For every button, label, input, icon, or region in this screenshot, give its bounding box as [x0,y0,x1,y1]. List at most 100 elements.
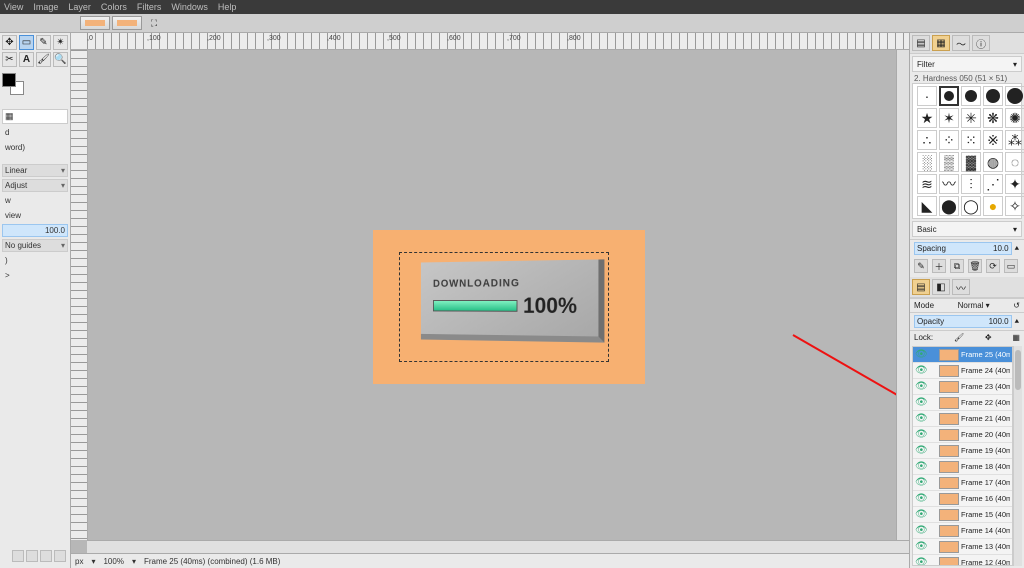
visibility-eye-icon[interactable]: 👁 [915,365,927,376]
gradient-repeat-select[interactable]: Adjust▾ [2,179,68,192]
layer-row[interactable]: 👁 Frame 23 (40ms) [913,379,1012,395]
save-preset-icon[interactable] [12,550,24,562]
tab-fonts-icon[interactable]: ⓘ [972,35,990,51]
crop-tool-icon[interactable]: ✂ [2,52,17,67]
layer-name-label[interactable]: Frame 24 (40ms) [961,366,1010,375]
tab-channels-icon[interactable]: ◧ [932,279,950,295]
brush-item[interactable]: ▒ [939,152,959,172]
brush-item[interactable]: ∴ [917,130,937,150]
layer-row[interactable]: 👁Frame 19 (40ms) [913,443,1012,459]
text-tool-icon[interactable]: A [19,52,34,67]
layer-row[interactable]: 👁Frame 22 (40ms) [913,395,1012,411]
visibility-eye-icon[interactable]: 👁 [915,397,927,408]
visibility-eye-icon[interactable]: 👁 [915,461,927,472]
visibility-eye-icon[interactable]: 👁 [915,525,927,536]
image-content[interactable]: DOWNLOADING 100% [373,230,645,384]
duplicate-brush-icon[interactable]: ⧉ [950,259,964,273]
menu-item[interactable]: Layer [68,2,91,12]
filter-dropdown[interactable]: Filter▾ [912,56,1022,72]
layer-name-label[interactable]: Frame 18 (40ms) [961,462,1010,471]
brush-item[interactable]: ✺ [1005,108,1024,128]
brush-item[interactable] [983,86,1003,106]
brush-item[interactable]: ░ [917,152,937,172]
menu-item[interactable]: Windows [171,2,208,12]
delete-preset-icon[interactable] [40,550,52,562]
status-unit[interactable]: px [75,557,83,566]
delete-brush-icon[interactable]: 🗑 [968,259,982,273]
gradient-shape-select[interactable]: Linear▾ [2,164,68,177]
blend-mode-select[interactable]: Normal ▾ [958,301,990,310]
brush-item[interactable]: 〰 [939,174,959,194]
layer-name-label[interactable]: Frame 12 (40ms) [961,558,1010,566]
brush-item[interactable]: ⁘ [939,130,959,150]
menu-item[interactable]: Help [218,2,237,12]
edit-brush-icon[interactable]: ✎ [914,259,928,273]
layer-name-label[interactable]: Frame 16 (40ms) [961,494,1010,503]
layer-row[interactable]: 👁 Frame 18 (40ms) [913,459,1012,475]
document-tab[interactable] [112,16,142,30]
vertical-scrollbar[interactable] [896,50,909,540]
menu-item[interactable]: Image [33,2,58,12]
horizontal-scrollbar[interactable] [87,540,909,553]
tab-paths-icon[interactable]: 〰 [952,279,970,295]
layer-name-label[interactable]: Frame 20 (40ms) [961,430,1010,439]
layer-row[interactable]: 👁Frame 16 (40ms) [913,491,1012,507]
brush-item[interactable] [961,86,981,106]
brush-item[interactable]: ✧ [1005,196,1024,216]
menu-item[interactable]: Filters [137,2,162,12]
layer-scrollbar[interactable] [1013,346,1022,566]
menu-preset-icon[interactable] [54,550,66,562]
brush-item[interactable]: ⫶ [961,174,981,194]
document-tab[interactable] [80,16,110,30]
layer-name-label[interactable]: Frame 23 (40ms) [961,382,1010,391]
lock-alpha-icon[interactable]: ▦ [1012,333,1020,342]
layer-opacity-field[interactable]: Opacity 100.0 ⯅ [914,315,1020,328]
brush-item[interactable]: ✳ [961,108,981,128]
opacity-field[interactable]: 100.0 [2,224,68,237]
preset-swatch[interactable]: ▦ [2,109,68,124]
rect-select-tool-icon[interactable]: ▭ [19,35,34,50]
layer-row[interactable]: 👁Frame 13 (40ms) [913,539,1012,555]
mode-reset-icon[interactable]: ↺ [1013,301,1020,310]
brush-item[interactable]: ★ [917,108,937,128]
layer-row[interactable]: 👁 Frame 24 (40ms) [913,363,1012,379]
layer-row[interactable]: 👁 Frame 15 (40ms) [913,507,1012,523]
lock-position-icon[interactable]: ✥ [985,333,992,342]
layer-name-label[interactable]: Frame 25 (40ms) [961,350,1010,359]
visibility-eye-icon[interactable]: 👁 [915,477,927,488]
ruler-vertical[interactable] [71,50,88,540]
fg-color-swatch[interactable] [2,73,16,87]
brush-item[interactable]: ⁂ [1005,130,1024,150]
brush-item[interactable]: ◍ [983,152,1003,172]
paint-tool-icon[interactable]: 🖌 [36,52,51,67]
layer-name-label[interactable]: Frame 13 (40ms) [961,542,1010,551]
visibility-eye-icon[interactable]: 👁 [915,445,927,456]
visibility-eye-icon[interactable]: 👁 [915,381,927,392]
ruler-horizontal[interactable]: ,0 ,100 ,200 ,300 ,400 ,500 ,600 ,700 ,8… [87,33,909,50]
brush-item[interactable] [1005,86,1024,106]
move-tool-icon[interactable]: ✥ [2,35,17,50]
visibility-eye-icon[interactable]: 👁 [915,509,927,520]
brush-item[interactable]: · [917,86,937,106]
menu-item[interactable]: View [4,2,23,12]
guides-select[interactable]: No guides▾ [2,239,68,252]
brush-item[interactable]: ◌ [1005,152,1024,172]
chevron-down-icon[interactable]: ▾ [91,557,95,566]
refresh-brush-icon[interactable]: ⟳ [986,259,1000,273]
brush-item[interactable]: ✶ [939,108,959,128]
brush-item[interactable]: ▓ [961,152,981,172]
layer-name-label[interactable]: Frame 15 (40ms) [961,510,1010,519]
new-brush-icon[interactable]: ＋ [932,259,946,273]
brush-item[interactable]: ≋ [917,174,937,194]
tab-patterns-icon[interactable]: ▦ [932,35,950,51]
brush-item[interactable]: ⬤ [939,196,959,216]
tab-gradients-icon[interactable]: 〜 [952,35,970,51]
brush-item[interactable]: ◣ [917,196,937,216]
menu-item[interactable]: Colors [101,2,127,12]
layer-row[interactable]: 👁Frame 20 (40ms) [913,427,1012,443]
tab-layers-icon[interactable]: ▤ [912,279,930,295]
brush-item[interactable]: ✦ [1005,174,1024,194]
visibility-eye-icon[interactable]: 👁 [915,413,927,424]
zoom-tool-icon[interactable]: 🔍 [53,52,68,67]
canvas[interactable]: DOWNLOADING 100% [88,50,896,540]
